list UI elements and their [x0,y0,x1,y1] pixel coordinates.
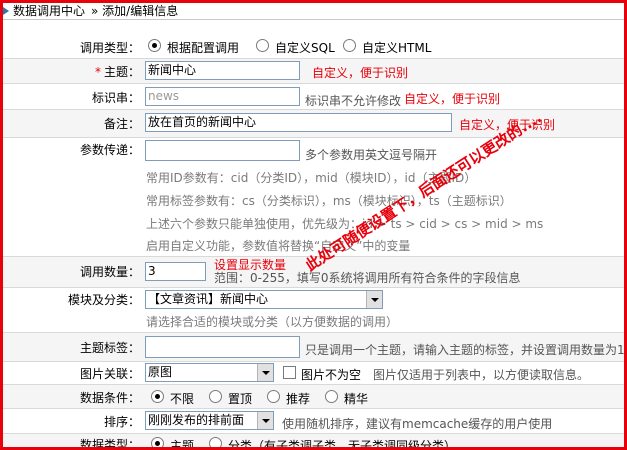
condition-featured-radio[interactable] [325,390,338,404]
count-input[interactable]: 3 [145,262,206,281]
condition-recommend-radio[interactable] [267,390,280,404]
row-tag: 标识串： news 标识串不允许修改 自定义，便于识别 [3,84,624,110]
condition-top-radio[interactable] [209,390,222,404]
call-type-html-label: 自定义HTML [362,41,432,55]
image-select[interactable]: 原图 [145,363,274,382]
tag-hint: 自定义，便于识别 [404,92,501,106]
row-data-type: 数据类型： 主题 分类（有子类调子类，无子类调同级分类） [3,434,624,450]
image-note: 图片仅适用于列表中，以方便读取信息。 [373,368,590,382]
topic-tag-input[interactable] [145,336,300,358]
call-type-sql-label: 自定义SQL [275,41,335,55]
call-type-config-radio[interactable] [148,39,161,53]
count-label: 调用数量： [79,265,140,279]
params-note: 多个参数用英文逗号隔开 [305,148,438,162]
tag-label: 标识串： [91,91,140,105]
chevron-down-icon [257,412,273,429]
chevron-down-icon [366,291,382,308]
condition-featured-label: 精华 [344,392,369,406]
form-frame: 数据调用中心 » 添加/编辑信息 调用类型： 根据配置调用 自定义SQL 自定义… [0,0,627,450]
row-image: 图片关联： 原图 图片不为空 图片仅适用于列表中，以方便读取信息。 [3,362,624,385]
condition-any-radio[interactable] [151,390,164,404]
data-type-topic-radio[interactable] [151,437,164,447]
module-note: 请选择合适的模块或分类（以方便数据的调用） [146,315,399,329]
module-label: 模块及分类： [67,293,140,307]
data-type-topic-label: 主题 [170,439,195,450]
params-input[interactable] [145,140,300,161]
sort-select[interactable]: 刚刚发布的排前面 [145,411,274,430]
data-type-category-radio[interactable] [209,437,222,447]
breadcrumb: 数据调用中心 » 添加/编辑信息 [3,3,624,20]
row-topic-tag: 主题标签： 只是调用一个主题，请输入主题的标签，并设置调用数量为1 [3,333,624,362]
condition-any-label: 不限 [170,392,195,406]
condition-top-label: 置顶 [228,392,253,406]
sort-note: 使用随机排序，建议有memcache缓存的用户使用 [282,417,553,431]
row-call-type: 调用类型： 根据配置调用 自定义SQL 自定义HTML [3,36,624,59]
module-select-value: 【文章资讯】新闻中心 [148,292,269,306]
call-type-sql-radio[interactable] [256,39,269,53]
tag-note: 标识串不允许修改 [305,94,402,108]
required-mark: * [94,65,101,79]
row-condition: 数据条件： 不限 置顶 推荐 精华 [3,385,624,409]
condition-label: 数据条件： [79,391,140,405]
subject-label: 主题： [103,65,140,79]
row-subject: * 主题： 新闻中心 自定义，便于识别 [3,59,624,84]
call-type-html-radio[interactable] [343,39,356,53]
topic-tag-label: 主题标签： [79,341,140,355]
subject-hint: 自定义，便于识别 [312,66,409,80]
sort-select-value: 刚刚发布的排前面 [148,413,245,427]
arrow-right-icon [3,7,9,15]
topic-tag-note: 只是调用一个主题，请输入主题的标签，并设置调用数量为1 [305,343,625,357]
chevron-down-icon [257,364,273,381]
data-type-label: 数据类型： [79,438,140,450]
row-module: 模块及分类： 【文章资讯】新闻中心 请选择合适的模块或分类（以方便数据的调用） [3,288,624,333]
tag-input[interactable]: news [145,87,300,106]
subject-input[interactable]: 新闻中心 [145,61,300,80]
image-not-empty-checkbox[interactable] [283,366,296,380]
params-help-line: 常用标签参数有：cs（分类标识），ms（模块标识），ts（主题标识） [146,194,512,208]
call-type-config-label: 根据配置调用 [167,41,240,55]
count-note: 范围：0-255，填写0系统将调用所有符合条件的字段信息 [214,271,521,285]
data-type-category-label: 分类（有子类调子类，无子类调同级分类） [228,439,457,450]
call-type-label: 调用类型： [79,41,140,55]
image-label: 图片关联： [79,367,140,381]
row-sort: 排序： 刚刚发布的排前面 使用随机排序，建议有memcache缓存的用户使用 [3,409,624,434]
remark-label: 备注： [103,117,140,131]
condition-recommend-label: 推荐 [286,392,311,406]
row-params: 参数传递： 多个参数用英文逗号隔开 常用ID参数有：cid（分类ID），mid（… [3,138,624,257]
breadcrumb-section[interactable]: 数据调用中心 [13,3,85,19]
image-not-empty-label: 图片不为空 [301,368,362,382]
remark-input[interactable]: 放在首页的新闻中心 [145,113,452,132]
sort-label: 排序： [103,415,140,429]
params-label: 参数传递： [79,143,140,157]
params-help-line: 启用自定义功能，参数值将替换“自定义”中的变量 [146,239,411,253]
breadcrumb-current: » 添加/编辑信息 [91,4,179,18]
module-select[interactable]: 【文章资讯】新闻中心 [145,290,383,309]
image-select-value: 原图 [148,365,173,379]
